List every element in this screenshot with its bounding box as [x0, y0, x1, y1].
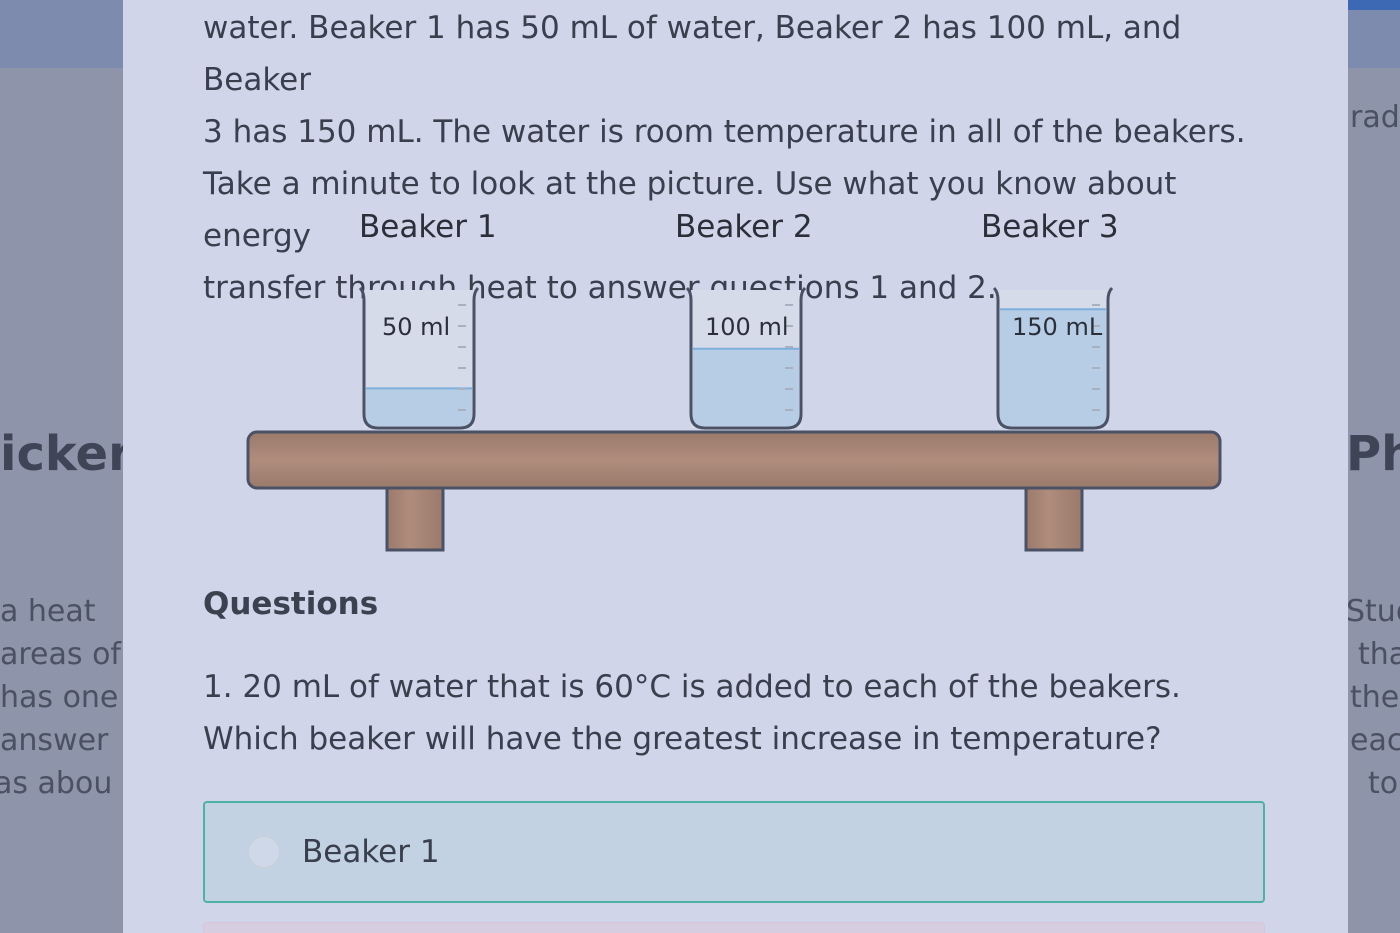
- background-left-line: areas of: [0, 637, 121, 672]
- background-left-line: as abou: [0, 766, 113, 801]
- beaker-illustration: 50 ml 100 ml 150 mL: [246, 286, 1222, 552]
- question-1-text: 1. 20 mL of water that is 60°C is added …: [203, 669, 1181, 757]
- beakers-figure: Beaker 1 Beaker 2 Beaker 3 50 ml 100 ml 15…: [123, 0, 1348, 560]
- beaker-2: 100 ml: [685, 286, 807, 430]
- beaker-1: 50 ml: [358, 286, 480, 430]
- questions-heading: Questions: [203, 586, 379, 622]
- background-left-line: answer: [0, 723, 109, 758]
- shelf-leg-left: [385, 486, 445, 552]
- answer-option-label: Beaker 1: [302, 834, 440, 870]
- background-right-line: ther: [1350, 680, 1400, 715]
- radio-button[interactable]: [247, 835, 281, 869]
- beaker-volume-label: 100 ml: [705, 313, 788, 341]
- shelf-leg-right: [1024, 486, 1084, 552]
- background-right-line: eac: [1350, 723, 1400, 758]
- background-left-line: a heat: [0, 594, 96, 629]
- background-right-top-text: rade: [1350, 100, 1400, 135]
- background-right-heading: Ph: [1346, 426, 1400, 482]
- beaker-water: [693, 348, 799, 426]
- answer-option-next[interactable]: [203, 922, 1265, 933]
- background-right-line: tha: [1358, 637, 1400, 672]
- question-modal: water. Beaker 1 has 50 mL of water, Beak…: [123, 0, 1348, 933]
- background-right-line: to: [1368, 766, 1399, 801]
- background-left-heading: icker: [0, 426, 132, 482]
- beaker-3: 150 mL: [992, 286, 1114, 430]
- beaker-volume-label: 50 ml: [382, 313, 450, 341]
- background-left-line: has one: [0, 680, 119, 715]
- answer-option-beaker-1[interactable]: Beaker 1: [203, 801, 1265, 903]
- beaker-water: [366, 388, 472, 426]
- beaker-volume-label: 150 mL: [1012, 313, 1103, 341]
- background-corner-accent: [1348, 0, 1400, 10]
- background-right-line: Stud: [1346, 594, 1400, 629]
- shelf-board: [246, 430, 1222, 490]
